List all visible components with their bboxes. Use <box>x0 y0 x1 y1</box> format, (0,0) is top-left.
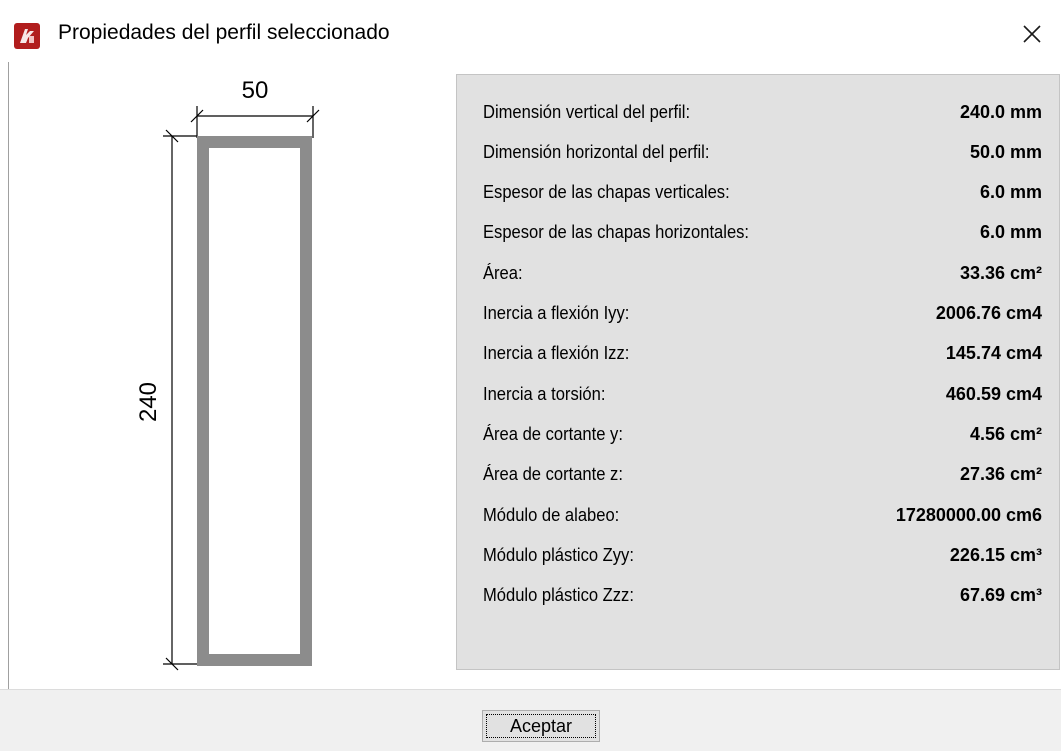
property-row: Espesor de las chapas verticales: 6.0 mm <box>483 173 1042 213</box>
property-label: Módulo de alabeo: <box>483 504 620 525</box>
property-label: Inercia a torsión: <box>483 383 606 404</box>
width-dimension: 50 <box>190 77 320 138</box>
dialog-content: 50 240 Dimensión vertical del perfil: 240… <box>9 62 1061 689</box>
property-value: 67.69 cm³ <box>959 585 1042 606</box>
property-row: Inercia a flexión Izz: 145.74 cm4 <box>483 334 1042 374</box>
property-row: Módulo de alabeo: 17280000.00 cm6 <box>483 495 1042 535</box>
property-row: Área de cortante z: 27.36 cm² <box>483 455 1042 495</box>
property-label: Inercia a flexión Izz: <box>483 343 630 364</box>
property-value: 33.36 cm² <box>959 262 1042 283</box>
property-row: Dimensión vertical del perfil: 240.0 mm <box>483 92 1042 132</box>
property-row: Espesor de las chapas horizontales: 6.0 m… <box>483 213 1042 253</box>
property-value: 240.0 mm <box>959 101 1042 122</box>
property-value: 145.74 cm4 <box>945 343 1042 364</box>
window-title: Propiedades del perfil seleccionado <box>58 21 390 44</box>
close-icon <box>1023 25 1041 43</box>
property-label: Espesor de las chapas horizontales: <box>483 222 750 243</box>
property-label: Área: <box>483 262 523 283</box>
property-label: Área de cortante y: <box>483 423 623 444</box>
property-row: Área: 33.36 cm² <box>483 253 1042 293</box>
property-label: Módulo plástico Zyy: <box>483 544 634 565</box>
property-value: 6.0 mm <box>979 182 1042 203</box>
property-value: 50.0 mm <box>969 141 1042 162</box>
property-value: 6.0 mm <box>979 222 1042 243</box>
section-drawing: 50 240 <box>135 77 320 671</box>
app-icon <box>14 23 40 49</box>
height-dimension: 240 <box>135 129 197 671</box>
property-row: Área de cortante y: 4.56 cm² <box>483 414 1042 454</box>
property-row: Módulo plástico Zzz: 67.69 cm³ <box>483 576 1042 616</box>
property-row: Inercia a torsión: 460.59 cm4 <box>483 374 1042 414</box>
dialog-footer: Aceptar <box>0 689 1061 751</box>
property-label: Módulo plástico Zzz: <box>483 585 634 606</box>
height-dimension-label: 240 <box>135 382 162 422</box>
hollow-section-shape <box>197 136 312 666</box>
accept-button[interactable]: Aceptar <box>482 710 600 742</box>
property-label: Inercia a flexión Iyy: <box>483 303 630 323</box>
property-value: 27.36 cm² <box>959 464 1042 485</box>
property-value: 226.15 cm³ <box>949 544 1042 565</box>
property-row: Módulo plástico Zyy: 226.15 cm³ <box>483 535 1042 575</box>
property-value: 17280000.00 cm6 <box>895 504 1042 525</box>
properties-panel: Dimensión vertical del perfil: 240.0 mm Di… <box>456 74 1060 670</box>
property-label: Espesor de las chapas verticales: <box>483 182 730 203</box>
property-row: Dimensión horizontal del perfil: 50.0 mm <box>483 132 1042 172</box>
property-value: 460.59 cm4 <box>945 383 1042 404</box>
title-bar: Propiedades del perfil seleccionado <box>0 0 1061 62</box>
property-row: Inercia a flexión Iyy: 2006.76 cm4 <box>483 294 1042 334</box>
property-label: Dimensión horizontal del perfil: <box>483 141 710 162</box>
property-value: 2006.76 cm4 <box>935 303 1042 323</box>
property-label: Dimensión vertical del perfil: <box>483 101 691 122</box>
property-value: 4.56 cm² <box>969 423 1042 444</box>
width-dimension-label: 50 <box>242 77 269 104</box>
property-label: Área de cortante z: <box>483 464 623 485</box>
close-button[interactable] <box>1013 16 1051 52</box>
